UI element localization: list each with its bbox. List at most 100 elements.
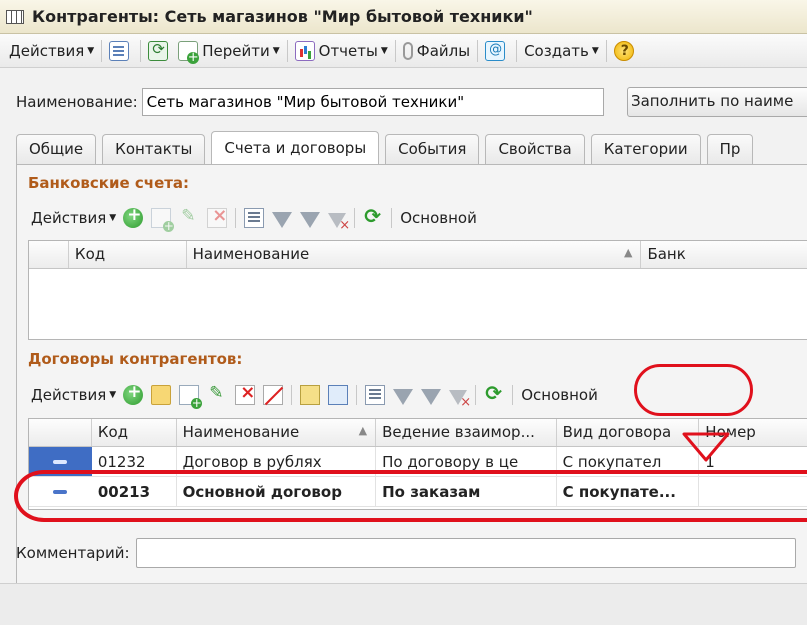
copy-icon[interactable] xyxy=(179,385,203,409)
table-header: Код Наименование ▲ Банк xyxy=(29,241,807,269)
goto-menu-button[interactable]: Перейти▼ xyxy=(175,38,282,64)
toolbar-separator xyxy=(475,385,477,405)
email-icon xyxy=(485,40,506,61)
column-header-bank[interactable]: Банк xyxy=(641,241,807,268)
bank-accounts-title: Банковские счета: xyxy=(28,174,190,192)
reports-menu-button[interactable]: Отчеты ▼ xyxy=(292,38,391,64)
toolbar-separator xyxy=(477,39,479,62)
dropdown-arrow-icon: ▼ xyxy=(109,390,117,400)
create-label: Создать xyxy=(524,41,589,60)
toolbar-separator xyxy=(291,385,293,405)
element-icon xyxy=(53,459,68,464)
filter-icon[interactable] xyxy=(272,212,293,228)
goto-icon xyxy=(178,40,200,64)
help-icon xyxy=(613,40,634,61)
name-input[interactable] xyxy=(141,88,604,116)
status-bar xyxy=(0,583,807,625)
refresh-icon[interactable] xyxy=(363,204,383,228)
select-parent-icon[interactable] xyxy=(328,385,349,405)
email-button[interactable] xyxy=(482,38,512,64)
column-header-code[interactable]: Код xyxy=(92,419,177,446)
contracts-toolbar: Действия▼ Основной xyxy=(28,380,602,410)
bank-actions-label: Действия xyxy=(31,209,107,227)
toolbar-separator xyxy=(391,208,393,228)
contracts-actions-menu-button[interactable]: Действия ▼ xyxy=(28,382,119,408)
report-icon xyxy=(294,40,315,61)
window-title: Контрагенты: Сеть магазинов "Мир бытовой… xyxy=(32,7,533,26)
add-icon[interactable] xyxy=(123,205,144,228)
tab-properties[interactable]: Свойства xyxy=(485,134,585,164)
tab-accounts-contracts[interactable]: Счета и договоры xyxy=(211,131,380,164)
column-header-name[interactable]: Наименование ▲ xyxy=(187,241,642,268)
filter-settings-icon[interactable] xyxy=(244,208,265,228)
toolbar-separator xyxy=(356,385,358,405)
delete-icon[interactable] xyxy=(207,205,227,228)
list-form-icon xyxy=(6,9,24,24)
tab-events[interactable]: События xyxy=(385,134,480,164)
main-toolbar: Действия▼ Перейти▼ Отчеты▼ Файлы Создать… xyxy=(0,34,807,68)
tree-view-icon[interactable] xyxy=(300,385,321,405)
name-row: Наименование: xyxy=(16,88,604,116)
column-header-code[interactable]: Код xyxy=(69,241,187,268)
files-button[interactable]: Файлы xyxy=(400,38,473,64)
annotation-arrow-icon xyxy=(682,432,730,462)
sort-ascending-icon: ▲ xyxy=(623,246,633,259)
fill-by-name-button[interactable]: Заполнить по наиме xyxy=(627,87,807,117)
tab-categories[interactable]: Категории xyxy=(590,134,701,164)
dropdown-arrow-icon: ▼ xyxy=(380,45,388,56)
mark-delete-icon[interactable] xyxy=(263,385,284,405)
name-label: Наименование: xyxy=(16,93,138,111)
add-folder-icon[interactable] xyxy=(151,385,172,405)
toolbar-separator xyxy=(605,39,607,62)
column-header-name-label: Наименование xyxy=(192,245,310,263)
edit-icon[interactable] xyxy=(207,383,227,405)
refresh-icon[interactable] xyxy=(484,381,504,405)
contracts-title: Договоры контрагентов: xyxy=(28,350,243,368)
filter-icon[interactable] xyxy=(393,389,414,405)
contracts-main-button[interactable]: Основной xyxy=(517,386,602,404)
files-label: Файлы xyxy=(416,41,471,60)
copy-icon[interactable] xyxy=(151,208,175,232)
reports-label: Отчеты xyxy=(318,41,378,60)
edit-icon[interactable] xyxy=(179,206,199,228)
document-icon xyxy=(109,40,130,61)
actions-menu-button[interactable]: Действия ▼ xyxy=(6,38,97,64)
help-button[interactable] xyxy=(611,38,641,64)
column-header-mode[interactable]: Ведение взаимор... xyxy=(376,419,557,446)
comment-input[interactable] xyxy=(135,538,796,568)
bank-accounts-toolbar: Действия▼ Основной xyxy=(28,203,481,233)
filter-by-value-icon[interactable] xyxy=(300,212,321,228)
toolbar-separator xyxy=(235,208,237,228)
create-menu-button[interactable]: Создать ▼ xyxy=(521,38,602,64)
dropdown-arrow-icon: ▼ xyxy=(109,213,117,223)
tab-general[interactable]: Общие xyxy=(16,134,97,164)
toolbar-separator xyxy=(140,39,142,62)
dropdown-arrow-icon: ▼ xyxy=(591,45,599,56)
comment-label: Комментарий: xyxy=(16,544,130,562)
actions-label: Действия xyxy=(9,41,85,60)
delete-icon[interactable] xyxy=(235,382,255,405)
write-button[interactable] xyxy=(106,38,136,64)
window-titlebar: Контрагенты: Сеть магазинов "Мир бытовой… xyxy=(0,0,807,34)
bank-actions-menu-button[interactable]: Действия ▼ xyxy=(28,205,119,231)
reread-button[interactable] xyxy=(145,38,175,64)
add-icon[interactable] xyxy=(123,382,144,405)
dropdown-arrow-icon: ▼ xyxy=(272,45,280,56)
filter-off-icon[interactable] xyxy=(449,389,471,410)
contracts-actions-label: Действия xyxy=(31,386,107,404)
filter-settings-icon[interactable] xyxy=(365,385,386,405)
annotation-circle xyxy=(634,364,753,416)
column-header-name-label: Наименование xyxy=(182,423,300,441)
column-header-name[interactable]: Наименование ▲ xyxy=(177,419,377,446)
toolbar-separator xyxy=(512,385,514,405)
tab-strip: Общие Контакты Счета и договоры События … xyxy=(16,131,759,164)
sort-ascending-icon: ▲ xyxy=(358,424,368,437)
filter-off-icon[interactable] xyxy=(328,212,350,233)
column-icon-header xyxy=(29,241,69,268)
bank-accounts-table[interactable]: Код Наименование ▲ Банк xyxy=(28,240,807,340)
filter-by-value-icon[interactable] xyxy=(421,389,442,405)
bank-main-button[interactable]: Основной xyxy=(396,209,481,227)
toolbar-separator xyxy=(354,208,356,228)
tab-contacts[interactable]: Контакты xyxy=(102,134,206,164)
tab-more[interactable]: Пр xyxy=(706,134,754,164)
